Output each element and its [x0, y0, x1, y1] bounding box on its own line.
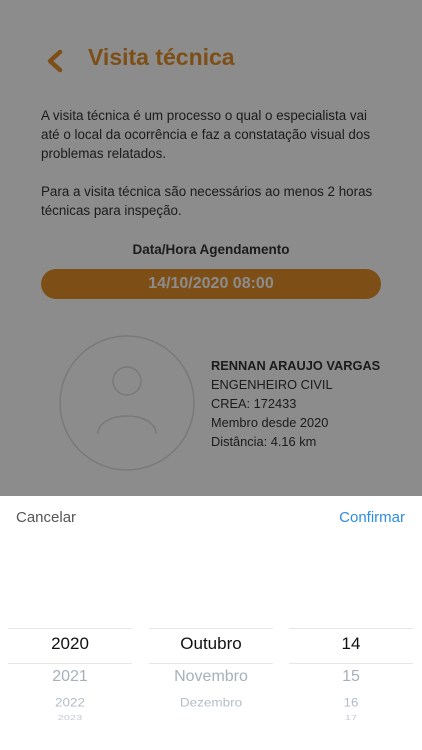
month-option[interactable]: Dezembro — [149, 696, 273, 710]
month-option[interactable]: Outubro — [149, 634, 273, 654]
wheel-fade — [0, 723, 422, 746]
modal-overlay[interactable] — [0, 0, 422, 496]
month-wheel[interactable]: Outubro Novembro Dezembro — [149, 626, 273, 736]
year-option[interactable]: 2020 — [8, 634, 132, 654]
cancel-button[interactable]: Cancelar — [16, 509, 76, 526]
day-option[interactable]: 17 — [289, 714, 413, 722]
year-option[interactable]: 2021 — [8, 668, 132, 686]
confirm-button[interactable]: Confirmar — [339, 509, 405, 526]
day-option[interactable]: 16 — [289, 696, 413, 710]
date-picker-sheet: Cancelar Confirmar 2020 2021 2022 2023 O… — [0, 496, 422, 750]
year-wheel[interactable]: 2020 2021 2022 2023 — [8, 626, 132, 736]
year-option[interactable]: 2022 — [8, 696, 132, 710]
day-wheel[interactable]: 14 15 16 17 — [289, 626, 413, 736]
day-option[interactable]: 14 — [289, 634, 413, 654]
year-option[interactable]: 2023 — [8, 714, 132, 722]
month-option[interactable]: Novembro — [149, 668, 273, 686]
day-option[interactable]: 15 — [289, 668, 413, 686]
